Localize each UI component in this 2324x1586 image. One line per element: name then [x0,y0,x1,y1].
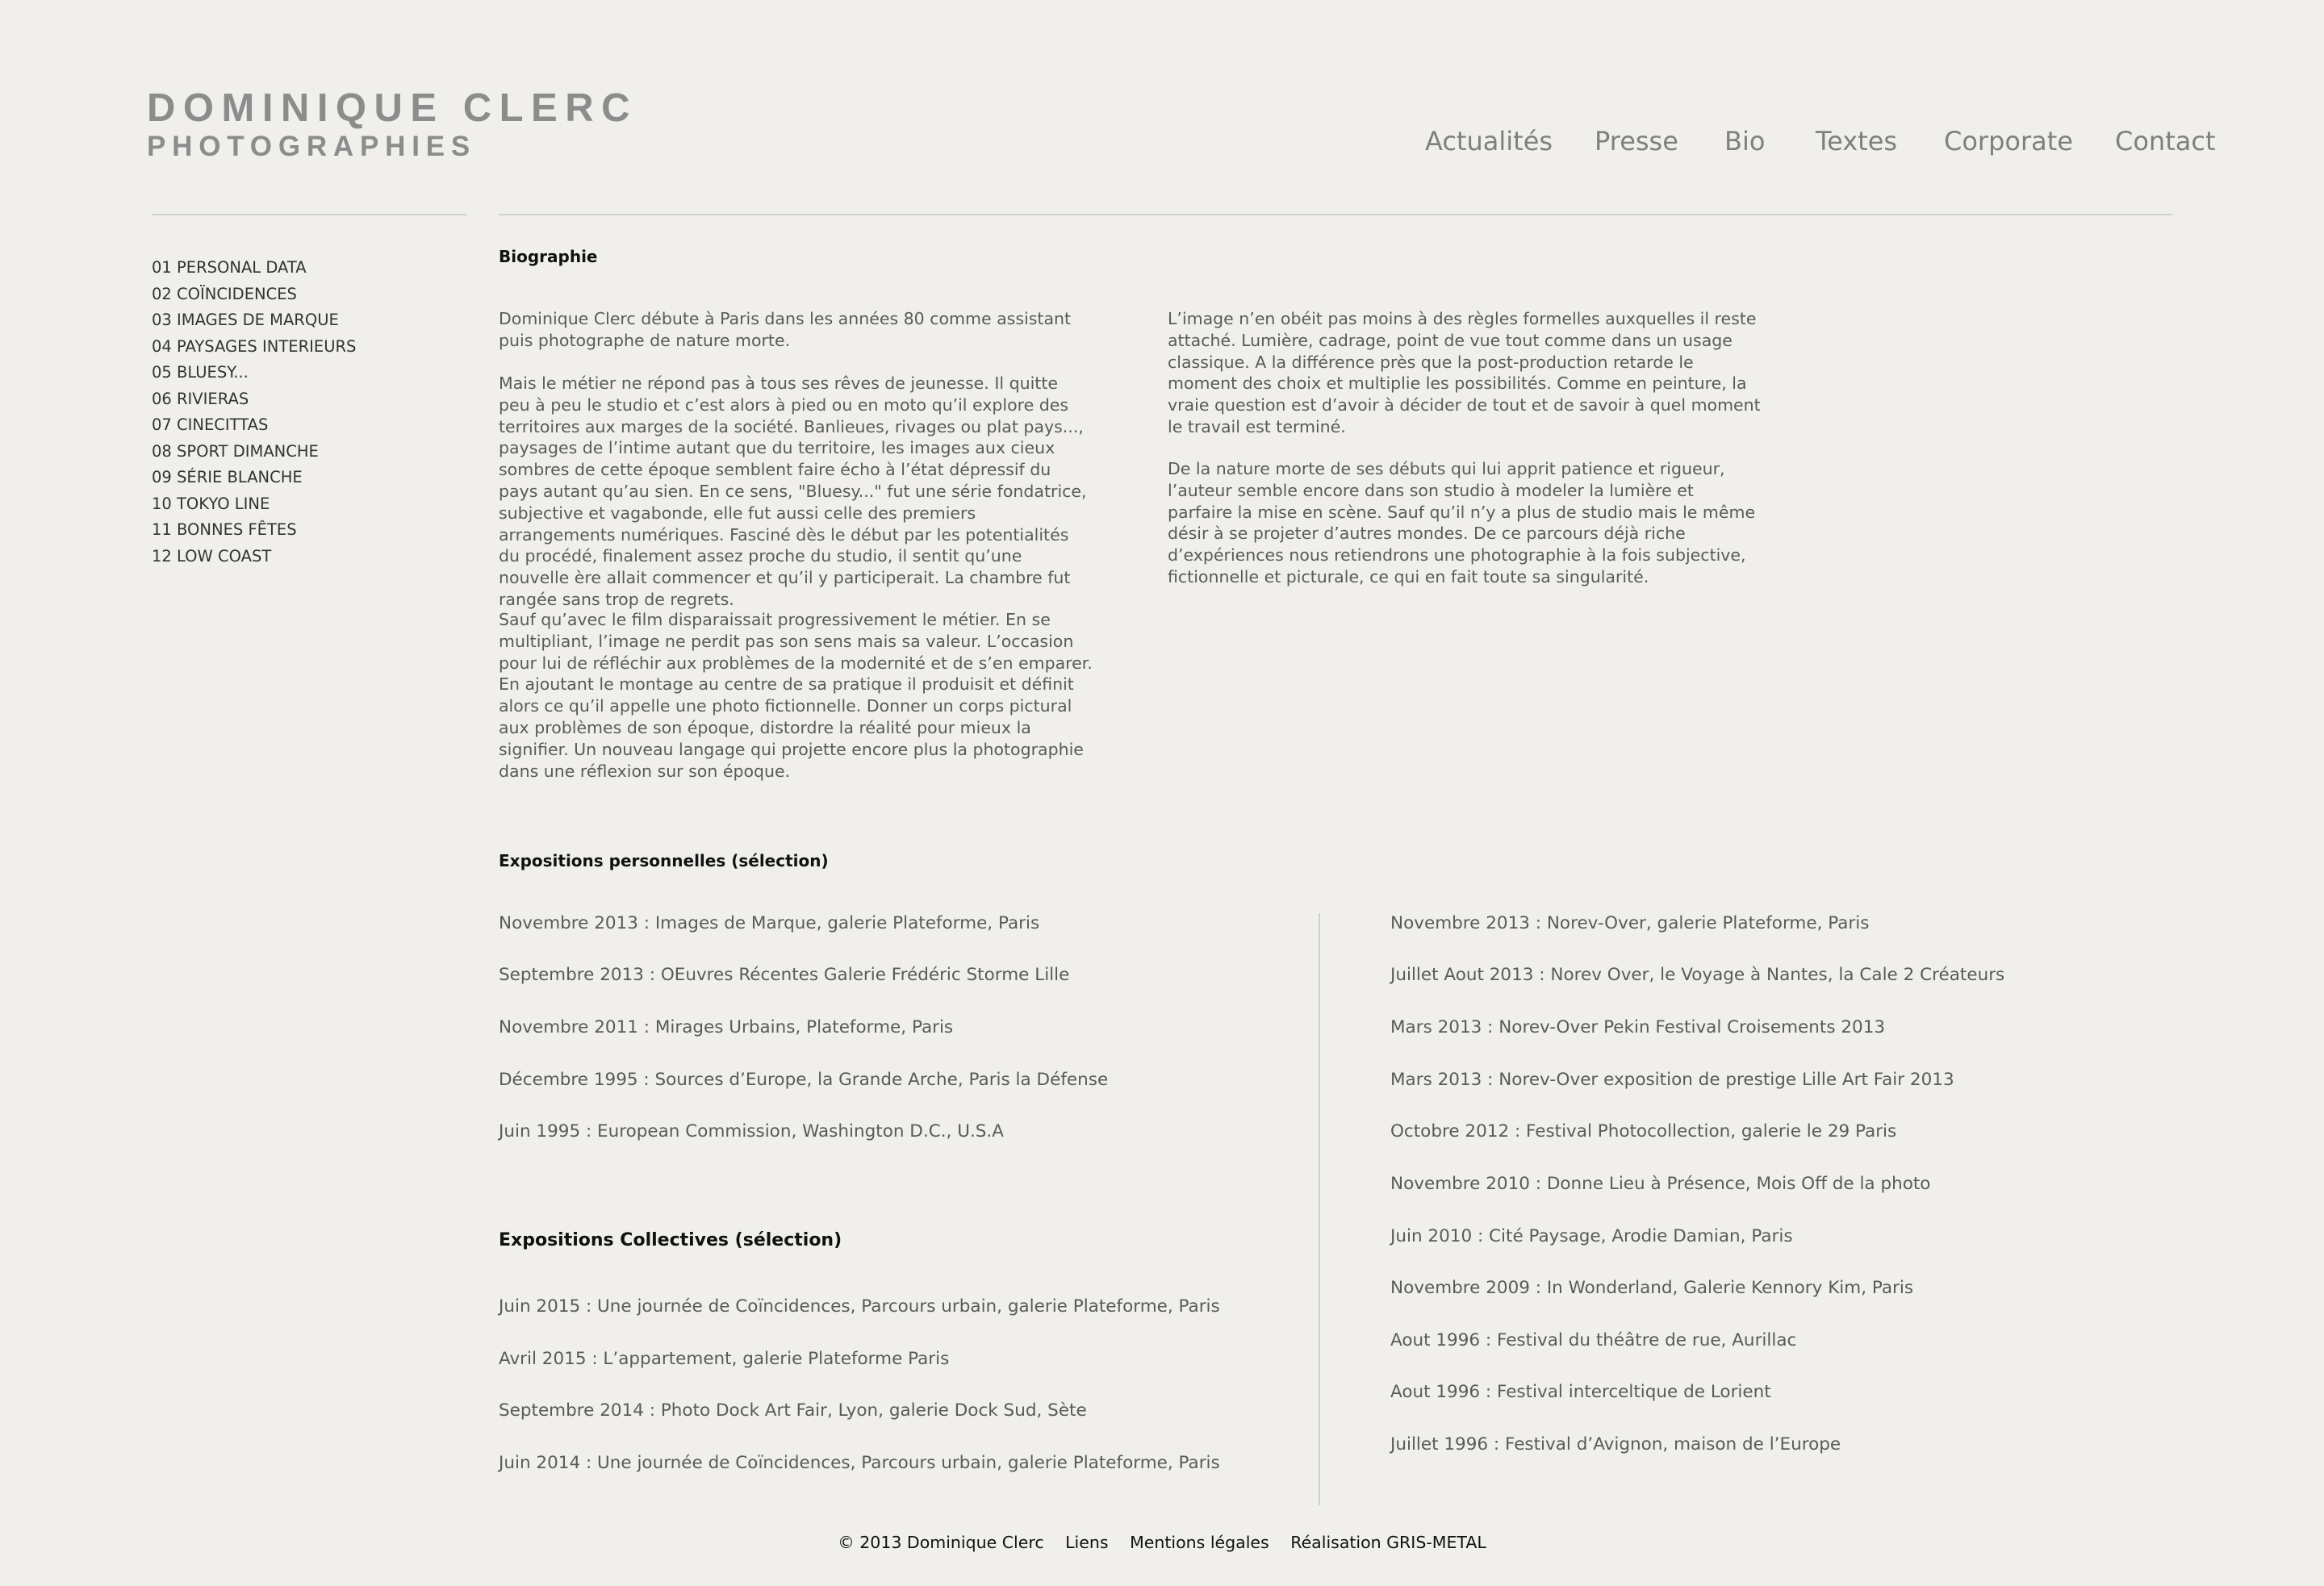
expo-item: Septembre 2013 : OEuvres Récentes Galeri… [499,965,1070,985]
expo-collective-heading: Expositions Collectives (sélection) [499,1230,842,1250]
expo-item: Juin 2014 : Une journée de Coïncidences,… [499,1453,1220,1473]
expo-item: Septembre 2014 : Photo Dock Art Fair, Ly… [499,1400,1087,1421]
expo-item: Mars 2013 : Norev-Over exposition de pre… [1390,1070,1954,1090]
series-item-rivieras[interactable]: 06 RIVIERAS [152,386,356,413]
site-logo[interactable]: DOMINIQUE CLERC PHOTOGRAPHIES [147,86,637,163]
series-item-low-coast[interactable]: 12 LOW COAST [152,544,356,570]
expo-item: Décembre 1995 : Sources d’Europe, la Gra… [499,1070,1109,1090]
bio-paragraph: Sauf qu’avec le film disparaissait progr… [499,610,1093,781]
nav-bio[interactable]: Bio [1724,121,1765,161]
expo-item: Mars 2013 : Norev-Over Pekin Festival Cr… [1390,1017,1886,1037]
bio-heading: Biographie [499,247,598,266]
expo-item: Juillet Aout 2013 : Norev Over, le Voyag… [1390,965,2005,985]
footer-credit-link[interactable]: Réalisation GRIS-METAL [1290,1533,1486,1552]
nav-corporate[interactable]: Corporate [1944,121,2073,161]
expo-item: Juin 1995 : European Commission, Washing… [499,1121,1004,1142]
series-item-serie-blanche[interactable]: 09 SÉRIE BLANCHE [152,465,356,491]
nav-actualites[interactable]: Actualités [1425,121,1553,161]
logo-name: DOMINIQUE CLERC [147,86,637,130]
expo-item: Juillet 1996 : Festival d’Avignon, maiso… [1390,1434,1841,1455]
bio-paragraph: De la nature morte de ses débuts qui lui… [1168,459,1756,586]
series-item-tokyo-line[interactable]: 10 TOKYO LINE [152,491,356,518]
sidebar-divider [152,214,466,215]
logo-subtitle: PHOTOGRAPHIES [147,131,477,162]
series-menu: 01 PERSONAL DATA 02 COÏNCIDENCES 03 IMAG… [152,255,356,570]
footer-links-link[interactable]: Liens [1065,1533,1108,1552]
expo-item: Novembre 2009 : In Wonderland, Galerie K… [1390,1278,1914,1298]
series-item-bonnes-fetes[interactable]: 11 BONNES FÊTES [152,517,356,544]
series-item-images-de-marque[interactable]: 03 IMAGES DE MARQUE [152,307,356,334]
expo-item: Novembre 2013 : Images de Marque, galeri… [499,913,1040,933]
footer: © 2013 Dominique Clerc Liens Mentions lé… [0,1533,2324,1552]
nav-presse[interactable]: Presse [1595,121,1678,161]
series-item-paysages-interieurs[interactable]: 04 PAYSAGES INTERIEURS [152,334,356,361]
nav-textes[interactable]: Textes [1816,121,1897,161]
expo-item: Octobre 2012 : Festival Photocollection,… [1390,1121,1897,1142]
expo-item: Aout 1996 : Festival du théâtre de rue, … [1390,1330,1797,1350]
bio-paragraph: Dominique Clerc débute à Paris dans les … [499,309,1072,350]
expo-item: Novembre 2010 : Donne Lieu à Présence, M… [1390,1174,1931,1194]
bio-paragraph: L’image n’en obéit pas moins à des règle… [1168,309,1761,436]
column-separator [1319,913,1320,1505]
expo-item: Juin 2010 : Cité Paysage, Arodie Damian,… [1390,1226,1793,1246]
bio-paragraph: Mais le métier ne répond pas à tous ses … [499,374,1087,609]
footer-copyright: © 2013 Dominique Clerc [838,1533,1044,1552]
expo-item: Avril 2015 : L’appartement, galerie Plat… [499,1349,950,1369]
series-item-personal-data[interactable]: 01 PERSONAL DATA [152,255,356,282]
expo-personal-heading: Expositions personnelles (sélection) [499,851,829,870]
series-item-coincidences[interactable]: 02 COÏNCIDENCES [152,282,356,308]
nav-contact[interactable]: Contact [2115,121,2216,161]
series-item-sport-dimanche[interactable]: 08 SPORT DIMANCHE [152,439,356,465]
content-divider [499,214,2172,215]
series-item-bluesy[interactable]: 05 BLUESY... [152,360,356,386]
footer-legal-link[interactable]: Mentions légales [1130,1533,1269,1552]
expo-item: Aout 1996 : Festival interceltique de Lo… [1390,1382,1771,1402]
expo-item: Novembre 2011 : Mirages Urbains, Platefo… [499,1017,954,1037]
expo-item: Juin 2015 : Une journée de Coïncidences,… [499,1296,1220,1317]
expo-item: Novembre 2013 : Norev-Over, galerie Plat… [1390,913,1870,933]
series-item-cinecittas[interactable]: 07 CINECITTAS [152,412,356,439]
